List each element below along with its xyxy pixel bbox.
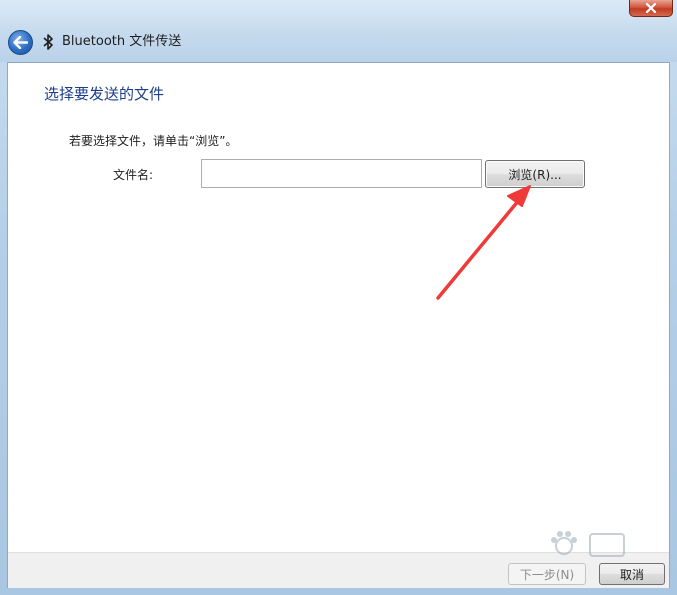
next-button[interactable]: 下一步(N) bbox=[508, 563, 586, 585]
dialog-content: 选择要发送的文件 若要选择文件，请单击“浏览”。 文件名: 浏览(R)... 下… bbox=[7, 62, 670, 588]
back-button[interactable] bbox=[8, 30, 33, 55]
close-button[interactable] bbox=[629, 0, 673, 17]
browse-button[interactable]: 浏览(R)... bbox=[485, 160, 585, 188]
file-name-input[interactable] bbox=[201, 159, 482, 188]
button-bar: 下一步(N) 取消 bbox=[8, 552, 669, 588]
back-arrow-icon bbox=[13, 36, 28, 49]
dialog-window: Bluetooth 文件传送 选择要发送的文件 若要选择文件，请单击“浏览”。 … bbox=[0, 0, 677, 595]
window-title: Bluetooth 文件传送 bbox=[62, 34, 182, 49]
instruction-text: 若要选择文件，请单击“浏览”。 bbox=[69, 134, 238, 148]
page-heading: 选择要发送的文件 bbox=[44, 85, 165, 103]
title-bar: Bluetooth 文件传送 bbox=[0, 0, 677, 62]
file-name-label: 文件名: bbox=[113, 168, 154, 182]
cancel-button[interactable]: 取消 bbox=[599, 563, 665, 585]
bluetooth-icon bbox=[41, 32, 55, 52]
close-icon bbox=[645, 3, 657, 13]
